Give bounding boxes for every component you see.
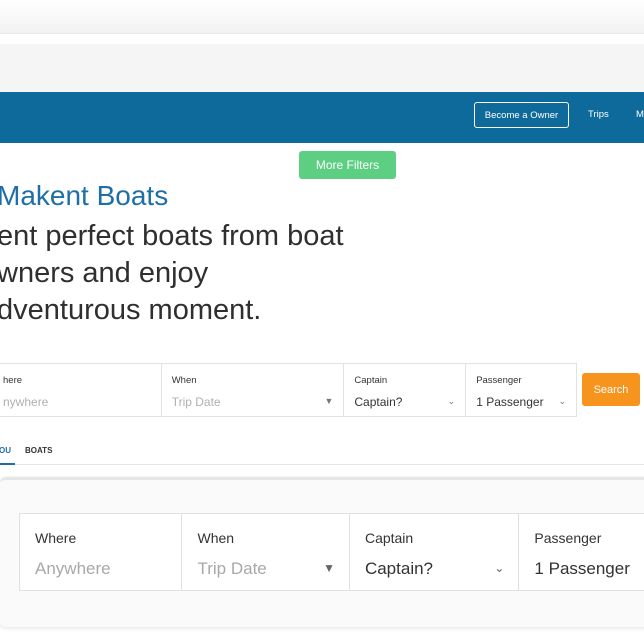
hero-headline: ent perfect boats from boat wners and en… xyxy=(0,218,344,329)
where-label: here xyxy=(3,375,23,386)
search-bar: here nywhere When Trip Date ▼ Captain Ca… xyxy=(0,363,577,417)
zoom-when-label: When xyxy=(197,530,235,546)
zoom-when-input[interactable]: Trip Date xyxy=(197,559,266,579)
passenger-field[interactable]: Passenger 1 Passenger ⌄ xyxy=(466,364,576,416)
captain-field[interactable]: Captain Captain? ⌄ xyxy=(344,364,467,416)
become-owner-button[interactable]: Become a Owner xyxy=(474,102,569,128)
zoom-where-input[interactable]: Anywhere xyxy=(35,559,111,579)
brand-title: Makent Boats xyxy=(0,180,169,211)
tab-you[interactable]: OU xyxy=(0,446,11,455)
when-label: When xyxy=(171,375,197,386)
headline-line-2: wners and enjoy xyxy=(0,257,209,289)
screenshot-frame: Become a Owner Trips M More Filters Make… xyxy=(0,0,644,644)
page-top-strip xyxy=(0,44,644,92)
where-input[interactable]: nywhere xyxy=(3,395,48,409)
passenger-select[interactable]: 1 Passenger xyxy=(476,395,543,409)
zoom-captain-select[interactable]: Captain? xyxy=(365,559,433,579)
captain-select[interactable]: Captain? xyxy=(354,395,402,409)
trips-link[interactable]: Trips xyxy=(588,109,609,120)
tab-bar: OU BOATS xyxy=(0,443,644,465)
chevron-down-icon[interactable]: ⌄ xyxy=(448,396,456,407)
zoomed-search-bar: Where Anywhere When Trip Date ▼ Captain … xyxy=(19,513,644,591)
chevron-down-icon[interactable]: ⌄ xyxy=(494,561,504,575)
caret-down-icon[interactable]: ▼ xyxy=(324,396,333,406)
caret-down-icon[interactable]: ▼ xyxy=(323,561,335,575)
zoom-captain-field[interactable]: Captain Captain? ⌄ xyxy=(350,514,520,590)
search-button[interactable]: Search xyxy=(582,373,640,406)
captain-label: Captain xyxy=(354,375,388,386)
browser-top-edge xyxy=(0,0,644,34)
zoom-passenger-field[interactable]: Passenger 1 Passenger xyxy=(519,514,644,590)
zoom-passenger-label: Passenger xyxy=(534,530,602,546)
navbar: Become a Owner Trips M xyxy=(0,92,644,143)
zoom-when-field[interactable]: When Trip Date ▼ xyxy=(182,514,350,590)
tab-boats[interactable]: BOATS xyxy=(25,446,52,455)
zoom-passenger-select[interactable]: 1 Passenger xyxy=(534,559,629,579)
headline-line-3: dventurous moment. xyxy=(0,294,262,326)
zoom-captain-label: Captain xyxy=(364,530,414,546)
active-tab-indicator xyxy=(0,463,15,465)
more-filters-button[interactable]: More Filters xyxy=(299,151,396,179)
where-field[interactable]: here nywhere xyxy=(0,364,162,416)
when-field[interactable]: When Trip Date ▼ xyxy=(162,364,345,416)
chevron-down-icon[interactable]: ⌄ xyxy=(558,396,566,407)
zoom-where-field[interactable]: Where Anywhere xyxy=(20,514,183,590)
zoom-where-label: Where xyxy=(35,530,77,546)
passenger-label: Passenger xyxy=(476,375,522,386)
nav-more-link[interactable]: M xyxy=(636,109,644,120)
when-input[interactable]: Trip Date xyxy=(172,395,221,409)
headline-line-1: ent perfect boats from boat xyxy=(0,220,344,252)
